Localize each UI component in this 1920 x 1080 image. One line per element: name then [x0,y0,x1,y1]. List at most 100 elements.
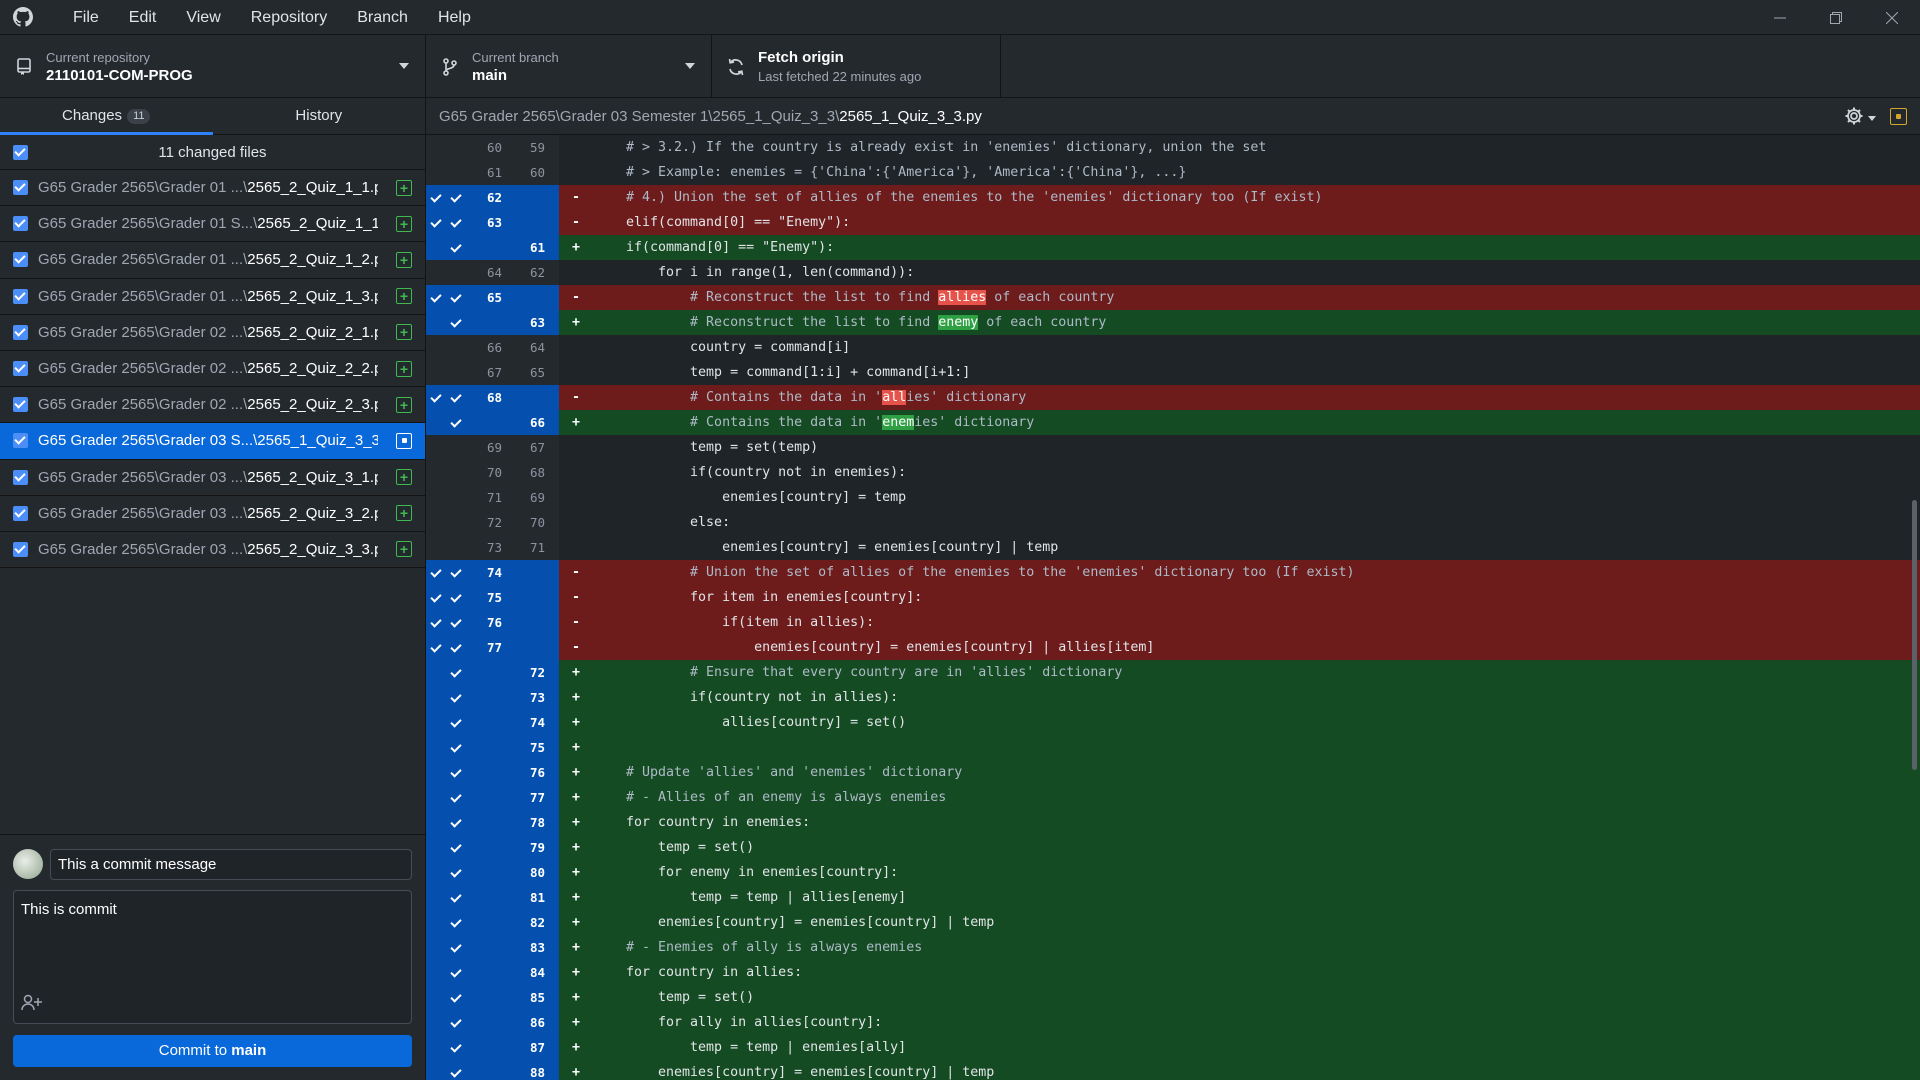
file-include-checkbox[interactable] [13,433,28,449]
diff-gutter[interactable]: 65 [426,285,559,310]
menu-edit[interactable]: Edit [114,0,172,35]
file-include-checkbox[interactable] [13,469,28,485]
line-select-toggle[interactable] [426,785,470,810]
file-include-checkbox[interactable] [13,324,28,340]
diff-line-added[interactable]: 82 + enemies[country] = enemies[country] … [426,910,1920,935]
fetch-origin-button[interactable]: Fetch origin Last fetched 22 minutes ago [712,35,1001,98]
commit-button[interactable]: Commit to main [13,1035,412,1067]
diff-gutter[interactable]: 86 [426,1010,559,1035]
line-select-toggle[interactable] [426,310,470,335]
diff-gutter[interactable]: 81 [426,885,559,910]
diff-line-removed[interactable]: 63 - elif(command[0] == "Enemy"): [426,210,1920,235]
diff-gutter[interactable]: 77 [426,635,559,660]
file-include-checkbox[interactable] [13,180,28,196]
menu-file[interactable]: File [58,0,114,35]
file-list-item[interactable]: G65 Grader 2565\Grader 01 S...\2565_2_Qu… [0,206,425,243]
diff-line-added[interactable]: 83 + # - Enemies of ally is always enemies [426,935,1920,960]
diff-line-added[interactable]: 61 + if(command[0] == "Enemy"): [426,235,1920,260]
diff-gutter[interactable]: 63 [426,210,559,235]
diff-line-added[interactable]: 87 + temp = temp | enemies[ally] [426,1035,1920,1060]
diff-line-added[interactable]: 79 + temp = set() [426,835,1920,860]
tab-history[interactable]: History [213,98,426,134]
diff-line-added[interactable]: 77 + # - Allies of an enemy is always enem… [426,785,1920,810]
diff-line-removed[interactable]: 65 - # Reconstruct the list to find allie… [426,285,1920,310]
diff-settings-button[interactable] [1844,106,1876,131]
line-select-toggle[interactable] [426,960,470,985]
diff-line-added[interactable]: 84 + for country in allies: [426,960,1920,985]
commit-description-field[interactable]: This is commit [13,890,412,1024]
line-select-toggle[interactable] [426,660,470,685]
diff-gutter[interactable]: 73 [426,685,559,710]
minimize-icon[interactable] [1752,0,1808,35]
line-select-toggle[interactable] [426,760,470,785]
diff-gutter[interactable]: 66 [426,410,559,435]
file-include-checkbox[interactable] [13,397,28,413]
diff-line-added[interactable]: 73 + if(country not in allies): [426,685,1920,710]
line-select-toggle[interactable] [426,935,470,960]
line-select-toggle[interactable] [426,560,470,585]
file-include-checkbox[interactable] [13,361,28,377]
line-select-toggle[interactable] [426,1060,470,1080]
file-list-item[interactable]: G65 Grader 2565\Grader 03 ...\2565_2_Qui… [0,460,425,496]
line-select-toggle[interactable] [426,1035,470,1060]
close-icon[interactable] [1864,0,1920,35]
diff-line-added[interactable]: 88 + enemies[country] = enemies[country] … [426,1060,1920,1080]
diff-gutter[interactable]: 79 [426,835,559,860]
diff-line-added[interactable]: 78 + for country in enemies: [426,810,1920,835]
diff-scrollbar[interactable] [1912,500,1917,770]
line-select-toggle[interactable] [426,635,470,660]
file-list-item[interactable]: G65 Grader 2565\Grader 02 ...\2565_2_Qui… [0,315,425,351]
line-select-toggle[interactable] [426,860,470,885]
diff-gutter[interactable]: 62 [426,185,559,210]
diff-gutter[interactable]: 76 [426,760,559,785]
diff-line-added[interactable]: 76 + # Update 'allies' and 'enemies' dicti… [426,760,1920,785]
diff-line-added[interactable]: 75 + [426,735,1920,760]
file-include-checkbox[interactable] [13,288,28,304]
diff-gutter[interactable]: 72 [426,660,559,685]
line-select-toggle[interactable] [426,835,470,860]
line-select-toggle[interactable] [426,185,470,210]
diff-gutter[interactable]: 74 [426,710,559,735]
diff-gutter[interactable]: 85 [426,985,559,1010]
diff-line-added[interactable]: 66 + # Contains the data in 'enemies' dic… [426,410,1920,435]
diff-gutter[interactable]: 87 [426,1035,559,1060]
line-select-toggle[interactable] [426,210,470,235]
diff-line-added[interactable]: 86 + for ally in allies[country]: [426,1010,1920,1035]
file-include-checkbox[interactable] [13,216,28,232]
menu-branch[interactable]: Branch [342,0,423,35]
menu-view[interactable]: View [171,0,235,35]
diff-gutter[interactable]: 80 [426,860,559,885]
diff-gutter[interactable]: 74 [426,560,559,585]
current-branch-button[interactable]: Current branch main [426,35,712,98]
diff-line-removed[interactable]: 75 - for item in enemies[country]: [426,585,1920,610]
line-select-toggle[interactable] [426,410,470,435]
file-list-item[interactable]: G65 Grader 2565\Grader 03 ...\2565_2_Qui… [0,532,425,569]
diff-gutter[interactable]: 63 [426,310,559,335]
line-select-toggle[interactable] [426,885,470,910]
diff-line-removed[interactable]: 76 - if(item in allies): [426,610,1920,635]
line-select-toggle[interactable] [426,685,470,710]
diff-gutter[interactable]: 82 [426,910,559,935]
diff-line-added[interactable]: 85 + temp = set() [426,985,1920,1010]
current-repository-button[interactable]: Current repository 2110101-COM-PROG [0,35,426,98]
diff-line-added[interactable]: 74 + allies[country] = set() [426,710,1920,735]
diff-gutter[interactable]: 88 [426,1060,559,1080]
diff-line-removed[interactable]: 62 - # 4.) Union the set of allies of the … [426,185,1920,210]
diff-gutter[interactable]: 61 [426,235,559,260]
file-include-checkbox[interactable] [13,252,28,268]
line-select-toggle[interactable] [426,985,470,1010]
restore-icon[interactable] [1808,0,1864,35]
line-select-toggle[interactable] [426,585,470,610]
diff-gutter[interactable]: 75 [426,735,559,760]
line-select-toggle[interactable] [426,235,470,260]
diff-line-added[interactable]: 80 + for enemy in enemies[country]: [426,860,1920,885]
line-select-toggle[interactable] [426,1010,470,1035]
line-select-toggle[interactable] [426,710,470,735]
file-list-item[interactable]: G65 Grader 2565\Grader 02 ...\2565_2_Qui… [0,351,425,388]
select-all-checkbox[interactable] [13,144,28,160]
diff-gutter[interactable]: 78 [426,810,559,835]
diff-line-removed[interactable]: 68 - # Contains the data in 'allies' dict… [426,385,1920,410]
diff-line-added[interactable]: 81 + temp = temp | allies[enemy] [426,885,1920,910]
diff-gutter[interactable]: 83 [426,935,559,960]
diff-gutter[interactable]: 77 [426,785,559,810]
